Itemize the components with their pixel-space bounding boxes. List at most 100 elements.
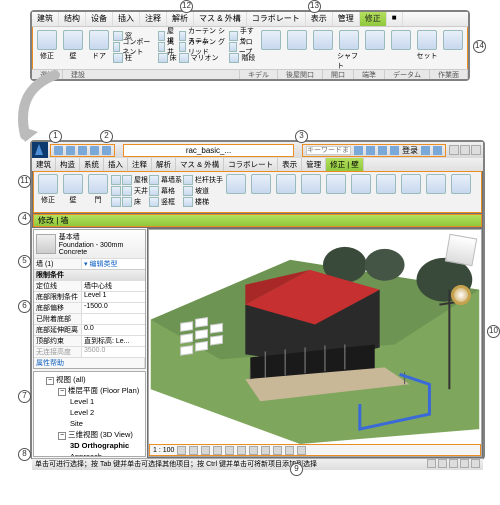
btn-curtain-grid[interactable]: カーテン グリッド xyxy=(179,41,228,52)
btn-component[interactable]: コンポーネント xyxy=(113,41,156,52)
wb-s3[interactable] xyxy=(111,196,121,207)
wtab-arch[interactable]: 建筑 xyxy=(32,158,56,171)
wtab-mass[interactable]: マス & 外構 xyxy=(176,158,224,171)
sb-i4[interactable] xyxy=(460,459,469,468)
wb-s8[interactable]: 幕格 xyxy=(149,185,182,196)
btn-g6[interactable] xyxy=(441,30,465,51)
prop-loc-line[interactable]: 墙中心线 xyxy=(82,281,145,291)
sb-i3[interactable] xyxy=(449,459,458,468)
qat-undo-icon[interactable] xyxy=(78,146,87,155)
wtab-manage[interactable]: 管理 xyxy=(302,158,326,171)
minimize-icon[interactable] xyxy=(449,145,459,155)
qat-redo-icon[interactable] xyxy=(90,146,99,155)
wb-s6[interactable]: 床 xyxy=(122,196,148,207)
tab-mass[interactable]: マス & 外構 xyxy=(194,12,247,26)
search-input[interactable] xyxy=(306,146,351,155)
wb-s4[interactable]: 屋根 xyxy=(122,174,148,185)
props-help[interactable]: 属性帮助 xyxy=(34,358,145,368)
wb-x1[interactable] xyxy=(224,174,248,210)
wb-x2[interactable] xyxy=(249,174,273,210)
btn-g1[interactable] xyxy=(259,30,283,51)
expand-icon[interactable]: − xyxy=(46,377,54,385)
tab-extra[interactable]: ■ xyxy=(387,12,403,26)
tab-equip[interactable]: 设备 xyxy=(86,12,113,26)
tab-collab[interactable]: コラボレート xyxy=(247,12,306,26)
tree-floorplan[interactable]: −楼层平面 (Floor Plan) xyxy=(36,385,143,396)
wb-x4[interactable] xyxy=(299,174,323,210)
wb-s5[interactable]: 天井 xyxy=(122,185,148,196)
help-icon[interactable] xyxy=(433,146,442,155)
wtab-modify[interactable]: 修正 | 壁 xyxy=(326,158,364,171)
wbtn-wall[interactable]: 壁 xyxy=(61,174,85,210)
nav-wheel[interactable] xyxy=(451,285,471,305)
tree-root[interactable]: −视图 (all) xyxy=(36,374,143,385)
btn-column[interactable]: 柱 xyxy=(113,52,156,63)
star-icon[interactable] xyxy=(366,146,375,155)
btn-wall[interactable]: 壁 xyxy=(61,30,85,61)
sb-i1[interactable] xyxy=(427,459,436,468)
wtab-analyze[interactable]: 解析 xyxy=(152,158,176,171)
wb-x8[interactable] xyxy=(399,174,423,210)
tab-modify[interactable]: 修正 xyxy=(360,12,387,26)
prop-base-offset[interactable]: -1500.0 xyxy=(82,303,145,313)
wb-x7[interactable] xyxy=(374,174,398,210)
vc-temp-icon[interactable] xyxy=(273,446,282,455)
tab-annot[interactable]: 注释 xyxy=(140,12,167,26)
scale-value[interactable]: 1 : 100 xyxy=(153,447,174,454)
wtab-insert[interactable]: 插入 xyxy=(104,158,128,171)
sb-i2[interactable] xyxy=(438,459,447,468)
vc-reveal-icon[interactable] xyxy=(285,446,294,455)
btn-g2[interactable] xyxy=(285,30,309,51)
cloud-icon[interactable] xyxy=(421,146,430,155)
maximize-icon[interactable] xyxy=(460,145,470,155)
wbtn-door[interactable]: 門 xyxy=(86,174,110,210)
wtab-collab[interactable]: コラボレート xyxy=(224,158,278,171)
tab-arch[interactable]: 建筑 xyxy=(32,12,59,26)
type-selector[interactable]: 基本墙 Foundation - 300mm Concrete xyxy=(34,230,145,258)
wb-s2[interactable] xyxy=(111,185,121,196)
prop-base-ext[interactable]: 0.0 xyxy=(82,325,145,335)
tab-view[interactable]: 表示 xyxy=(306,12,333,26)
tab-insert[interactable]: 插入 xyxy=(113,12,140,26)
sb-filter-icon[interactable] xyxy=(471,459,480,468)
tab-struct[interactable]: 结构 xyxy=(59,12,86,26)
btn-shaft[interactable]: シャフト xyxy=(337,30,361,71)
prop-attached[interactable] xyxy=(82,314,145,324)
btn-door[interactable]: ドア xyxy=(87,30,111,61)
drawing-area[interactable]: 1 : 100 xyxy=(148,229,482,457)
tab-manage[interactable]: 管理 xyxy=(333,12,360,26)
wtab-sys[interactable]: 系统 xyxy=(80,158,104,171)
close-icon[interactable] xyxy=(471,145,481,155)
tree-site[interactable]: Site xyxy=(36,418,143,429)
btn-floor[interactable]: 床 xyxy=(158,52,177,63)
wb-x10[interactable] xyxy=(449,174,473,210)
vc-x-icon[interactable] xyxy=(297,446,306,455)
tab-analyze[interactable]: 解析 xyxy=(167,12,194,26)
vc-crop-icon[interactable] xyxy=(237,446,246,455)
wb-s1[interactable] xyxy=(111,174,121,185)
vc-crop2-icon[interactable] xyxy=(249,446,258,455)
user-icon[interactable] xyxy=(390,146,399,155)
btn-g4[interactable] xyxy=(363,30,387,51)
wb-x3[interactable] xyxy=(274,174,298,210)
wb-x6[interactable] xyxy=(349,174,373,210)
login-link[interactable]: 登录 xyxy=(402,145,418,156)
wtab-view[interactable]: 表示 xyxy=(278,158,302,171)
wb-s7[interactable]: 幕墙系 xyxy=(149,174,182,185)
btn-modify[interactable]: 修正 xyxy=(35,30,59,61)
search-icon[interactable] xyxy=(354,146,363,155)
wb-s11[interactable]: 坡道 xyxy=(183,185,223,196)
key-icon[interactable] xyxy=(378,146,387,155)
wbtn-modify[interactable]: 修正 xyxy=(36,174,60,210)
wtab-annot[interactable]: 注释 xyxy=(128,158,152,171)
vc-style-icon[interactable] xyxy=(189,446,198,455)
wtab-struct[interactable]: 构造 xyxy=(56,158,80,171)
wb-x5[interactable] xyxy=(324,174,348,210)
qat-print-icon[interactable] xyxy=(102,146,111,155)
edit-type-button[interactable]: ▾ 编辑类型 xyxy=(82,259,145,269)
expand-icon[interactable]: − xyxy=(58,432,66,440)
btn-set[interactable]: セット xyxy=(415,30,439,61)
btn-g5[interactable] xyxy=(389,30,413,51)
btn-g3[interactable] xyxy=(311,30,335,51)
vc-sun-icon[interactable] xyxy=(201,446,210,455)
